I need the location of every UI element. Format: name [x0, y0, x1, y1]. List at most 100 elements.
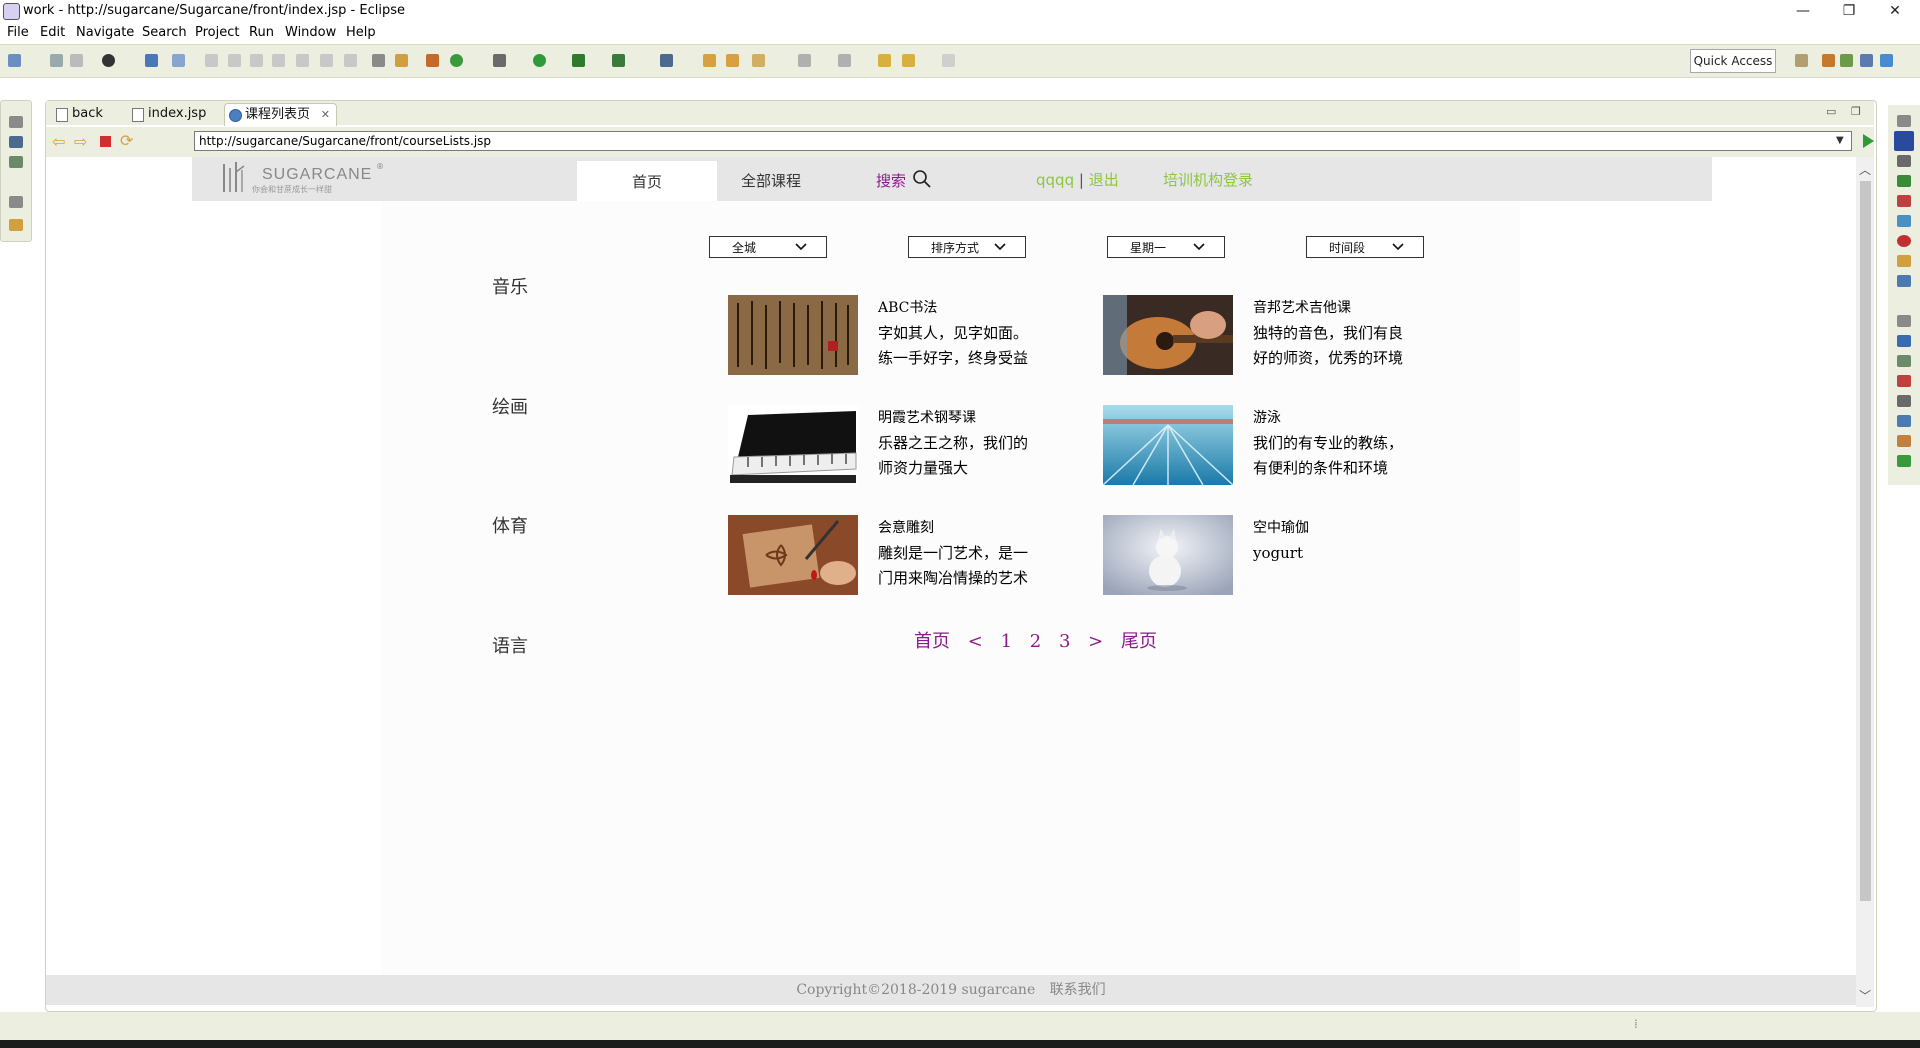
step-over-icon[interactable] — [320, 54, 333, 67]
minimize-editor-icon[interactable]: ▭ — [1826, 105, 1836, 118]
new-icon[interactable] — [8, 54, 21, 67]
data-source-icon[interactable] — [1897, 215, 1911, 227]
maximize-editor-icon[interactable]: ❐ — [1851, 105, 1861, 118]
forward-icon[interactable] — [942, 54, 955, 67]
close-tab-icon[interactable]: ✕ — [321, 104, 330, 126]
org-login-link[interactable]: 培训机构登录 — [1163, 157, 1253, 203]
open-external-browser-icon[interactable] — [1894, 131, 1914, 151]
url-dropdown-icon[interactable]: ▼ — [1836, 135, 1844, 146]
save-icon[interactable] — [50, 54, 63, 67]
search-view-icon[interactable] — [1897, 435, 1911, 447]
terminate-icon[interactable] — [250, 54, 263, 67]
progress-icon[interactable] — [1897, 355, 1911, 367]
course-card[interactable]: 游泳 我们的有专业的教练，有便利的条件和环境 — [1103, 405, 1463, 485]
drop-to-frame-icon[interactable] — [372, 54, 385, 67]
contact-us-link[interactable]: 联系我们 — [1050, 982, 1106, 998]
forward-arrow-icon[interactable]: ⇨ — [74, 132, 88, 151]
nav-all-courses[interactable]: 全部课程 — [741, 157, 801, 201]
web-perspective-icon[interactable] — [1880, 54, 1893, 67]
go-button[interactable] — [1863, 134, 1874, 148]
page-next[interactable]: > — [1088, 631, 1103, 652]
profile-icon[interactable] — [102, 54, 115, 67]
restore-right-icon-2[interactable] — [1897, 315, 1911, 327]
menu-file[interactable]: File — [7, 25, 29, 40]
use-step-filters-icon[interactable] — [395, 54, 408, 67]
history-icon[interactable] — [1897, 455, 1911, 467]
course-card[interactable]: 空中瑜伽 yogurt — [1103, 515, 1463, 595]
run-icon[interactable] — [533, 54, 546, 67]
java-perspective-icon[interactable] — [1860, 54, 1873, 67]
coverage-icon[interactable] — [572, 54, 585, 67]
scroll-thumb[interactable] — [1860, 181, 1871, 901]
page-3[interactable]: 3 — [1059, 631, 1070, 652]
logout-link[interactable]: 退出 — [1089, 171, 1119, 189]
nav-home[interactable]: 首页 — [577, 161, 717, 201]
restore-right-icon[interactable] — [1897, 115, 1911, 127]
search-tool-icon[interactable] — [660, 54, 673, 67]
category-language[interactable]: 语言 — [492, 632, 528, 658]
open-perspective-icon[interactable] — [1795, 54, 1808, 67]
page-prev[interactable]: < — [968, 631, 983, 652]
menu-navigate[interactable]: Navigate — [76, 25, 134, 40]
restore-button[interactable]: ❐ — [1826, 0, 1872, 22]
console-view-icon[interactable] — [1897, 155, 1911, 167]
page-last[interactable]: 尾页 — [1121, 631, 1157, 652]
scroll-up-icon[interactable]: ︿ — [1859, 161, 1871, 178]
menu-help[interactable]: Help — [346, 25, 376, 40]
page-1[interactable]: 1 — [1001, 631, 1012, 652]
back-arrow-icon[interactable]: ⇦ — [52, 132, 66, 151]
prev-annotation-icon[interactable] — [838, 54, 851, 67]
menu-run[interactable]: Run — [249, 25, 274, 40]
weekday-filter-select[interactable]: 星期一 — [1107, 236, 1225, 258]
timeslot-filter-select[interactable]: 时间段 — [1306, 236, 1424, 258]
resume-icon[interactable] — [205, 54, 218, 67]
page-first[interactable]: 首页 — [914, 631, 950, 652]
pencil-icon[interactable] — [752, 54, 765, 67]
refresh-page-icon[interactable]: ⟳ — [120, 131, 134, 150]
course-card[interactable]: 明霞艺术钢琴课 乐器之王之称，我们的师资力量强大 — [728, 405, 1088, 485]
last-edit-icon[interactable] — [878, 54, 891, 67]
course-card[interactable]: 音邦艺术吉他课 独特的音色，我们有良好的师资，优秀的环境 — [1103, 295, 1463, 375]
tab-back[interactable]: back — [52, 103, 103, 125]
terminal-icon[interactable] — [145, 54, 158, 67]
at-icon[interactable] — [1897, 415, 1911, 427]
problems-view-icon[interactable] — [1897, 195, 1911, 207]
external-tools-icon[interactable] — [612, 54, 625, 67]
close-button[interactable]: ✕ — [1872, 0, 1918, 22]
menu-project[interactable]: Project — [195, 25, 239, 40]
refresh-icon[interactable] — [450, 54, 463, 67]
quick-access-input[interactable] — [1690, 49, 1776, 73]
minimize-button[interactable]: — — [1780, 0, 1826, 22]
suspend-icon[interactable] — [228, 54, 241, 67]
disconnect-icon[interactable] — [272, 54, 285, 67]
tab-course-list[interactable]: 课程列表页 ✕ — [224, 103, 338, 126]
menu-window[interactable]: Window — [285, 25, 336, 40]
server-icon[interactable] — [426, 54, 439, 67]
back-icon[interactable] — [902, 54, 915, 67]
javadoc-icon[interactable] — [1897, 375, 1911, 387]
next-annotation-icon[interactable] — [798, 54, 811, 67]
scroll-down-icon[interactable]: ﹀ — [1859, 987, 1871, 1004]
debug-perspective-icon[interactable] — [1840, 54, 1853, 67]
save-all-icon[interactable] — [70, 54, 83, 67]
tab-index-jsp[interactable]: index.jsp — [128, 103, 206, 125]
java-ee-perspective-icon[interactable] — [1822, 54, 1835, 67]
step-return-icon[interactable] — [344, 54, 357, 67]
page-2[interactable]: 2 — [1030, 631, 1041, 652]
course-card[interactable]: 会意雕刻 雕刻是一门艺术，是一门用来陶冶情操的艺术 — [728, 515, 1088, 595]
course-card[interactable]: ABC书法 字如其人，见字如面。练一手好字，终身受益 — [728, 295, 1088, 375]
stop-icon[interactable] — [100, 136, 111, 147]
step-into-icon[interactable] — [296, 54, 309, 67]
site-logo[interactable]: SUGARCANE 你会和甘蔗成长一样甜 ® — [216, 162, 384, 194]
restore-view-icon-2[interactable] — [9, 196, 23, 208]
open-type-icon[interactable] — [703, 54, 716, 67]
debug-icon[interactable] — [493, 54, 506, 67]
snippets-icon[interactable] — [1897, 255, 1911, 267]
menu-search[interactable]: Search — [142, 25, 187, 40]
select-icon[interactable] — [172, 54, 185, 67]
console-icon[interactable] — [1897, 335, 1911, 347]
nav-search[interactable]: 搜索 — [876, 157, 931, 201]
menu-edit[interactable]: Edit — [40, 25, 65, 40]
properties-icon[interactable] — [1897, 275, 1911, 287]
city-filter-select[interactable]: 全城 — [709, 236, 827, 258]
